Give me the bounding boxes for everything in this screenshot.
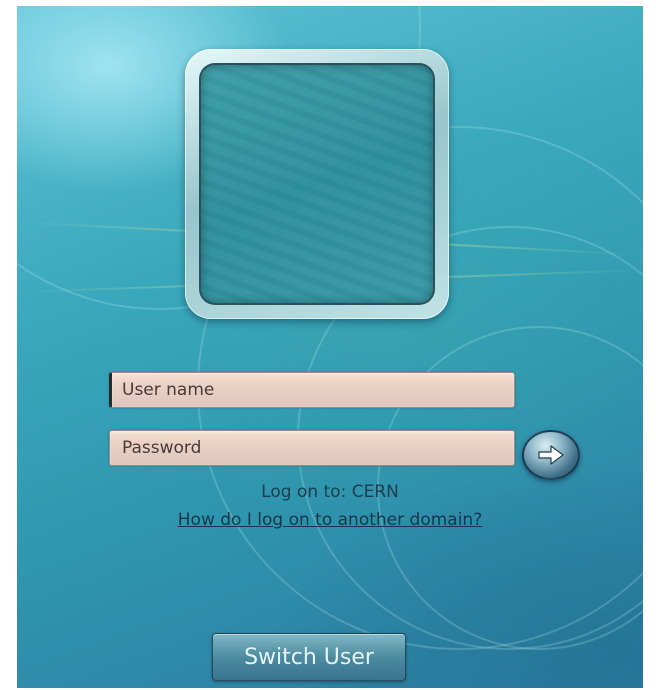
- user-avatar-frame: [185, 49, 449, 319]
- switch-user-button[interactable]: Switch User: [212, 633, 406, 681]
- arrow-right-icon: [538, 445, 564, 465]
- logon-domain-label: Log on to: CERN: [261, 482, 399, 502]
- switch-user-label: Switch User: [244, 644, 374, 670]
- another-domain-link[interactable]: How do I log on to another domain?: [17, 510, 643, 530]
- username-input[interactable]: [109, 372, 515, 408]
- user-avatar-placeholder: [199, 63, 435, 305]
- password-input[interactable]: [109, 430, 515, 466]
- submit-arrow-button[interactable]: [522, 430, 580, 480]
- logon-screen: Log on to: CERN How do I log on to anoth…: [17, 6, 643, 688]
